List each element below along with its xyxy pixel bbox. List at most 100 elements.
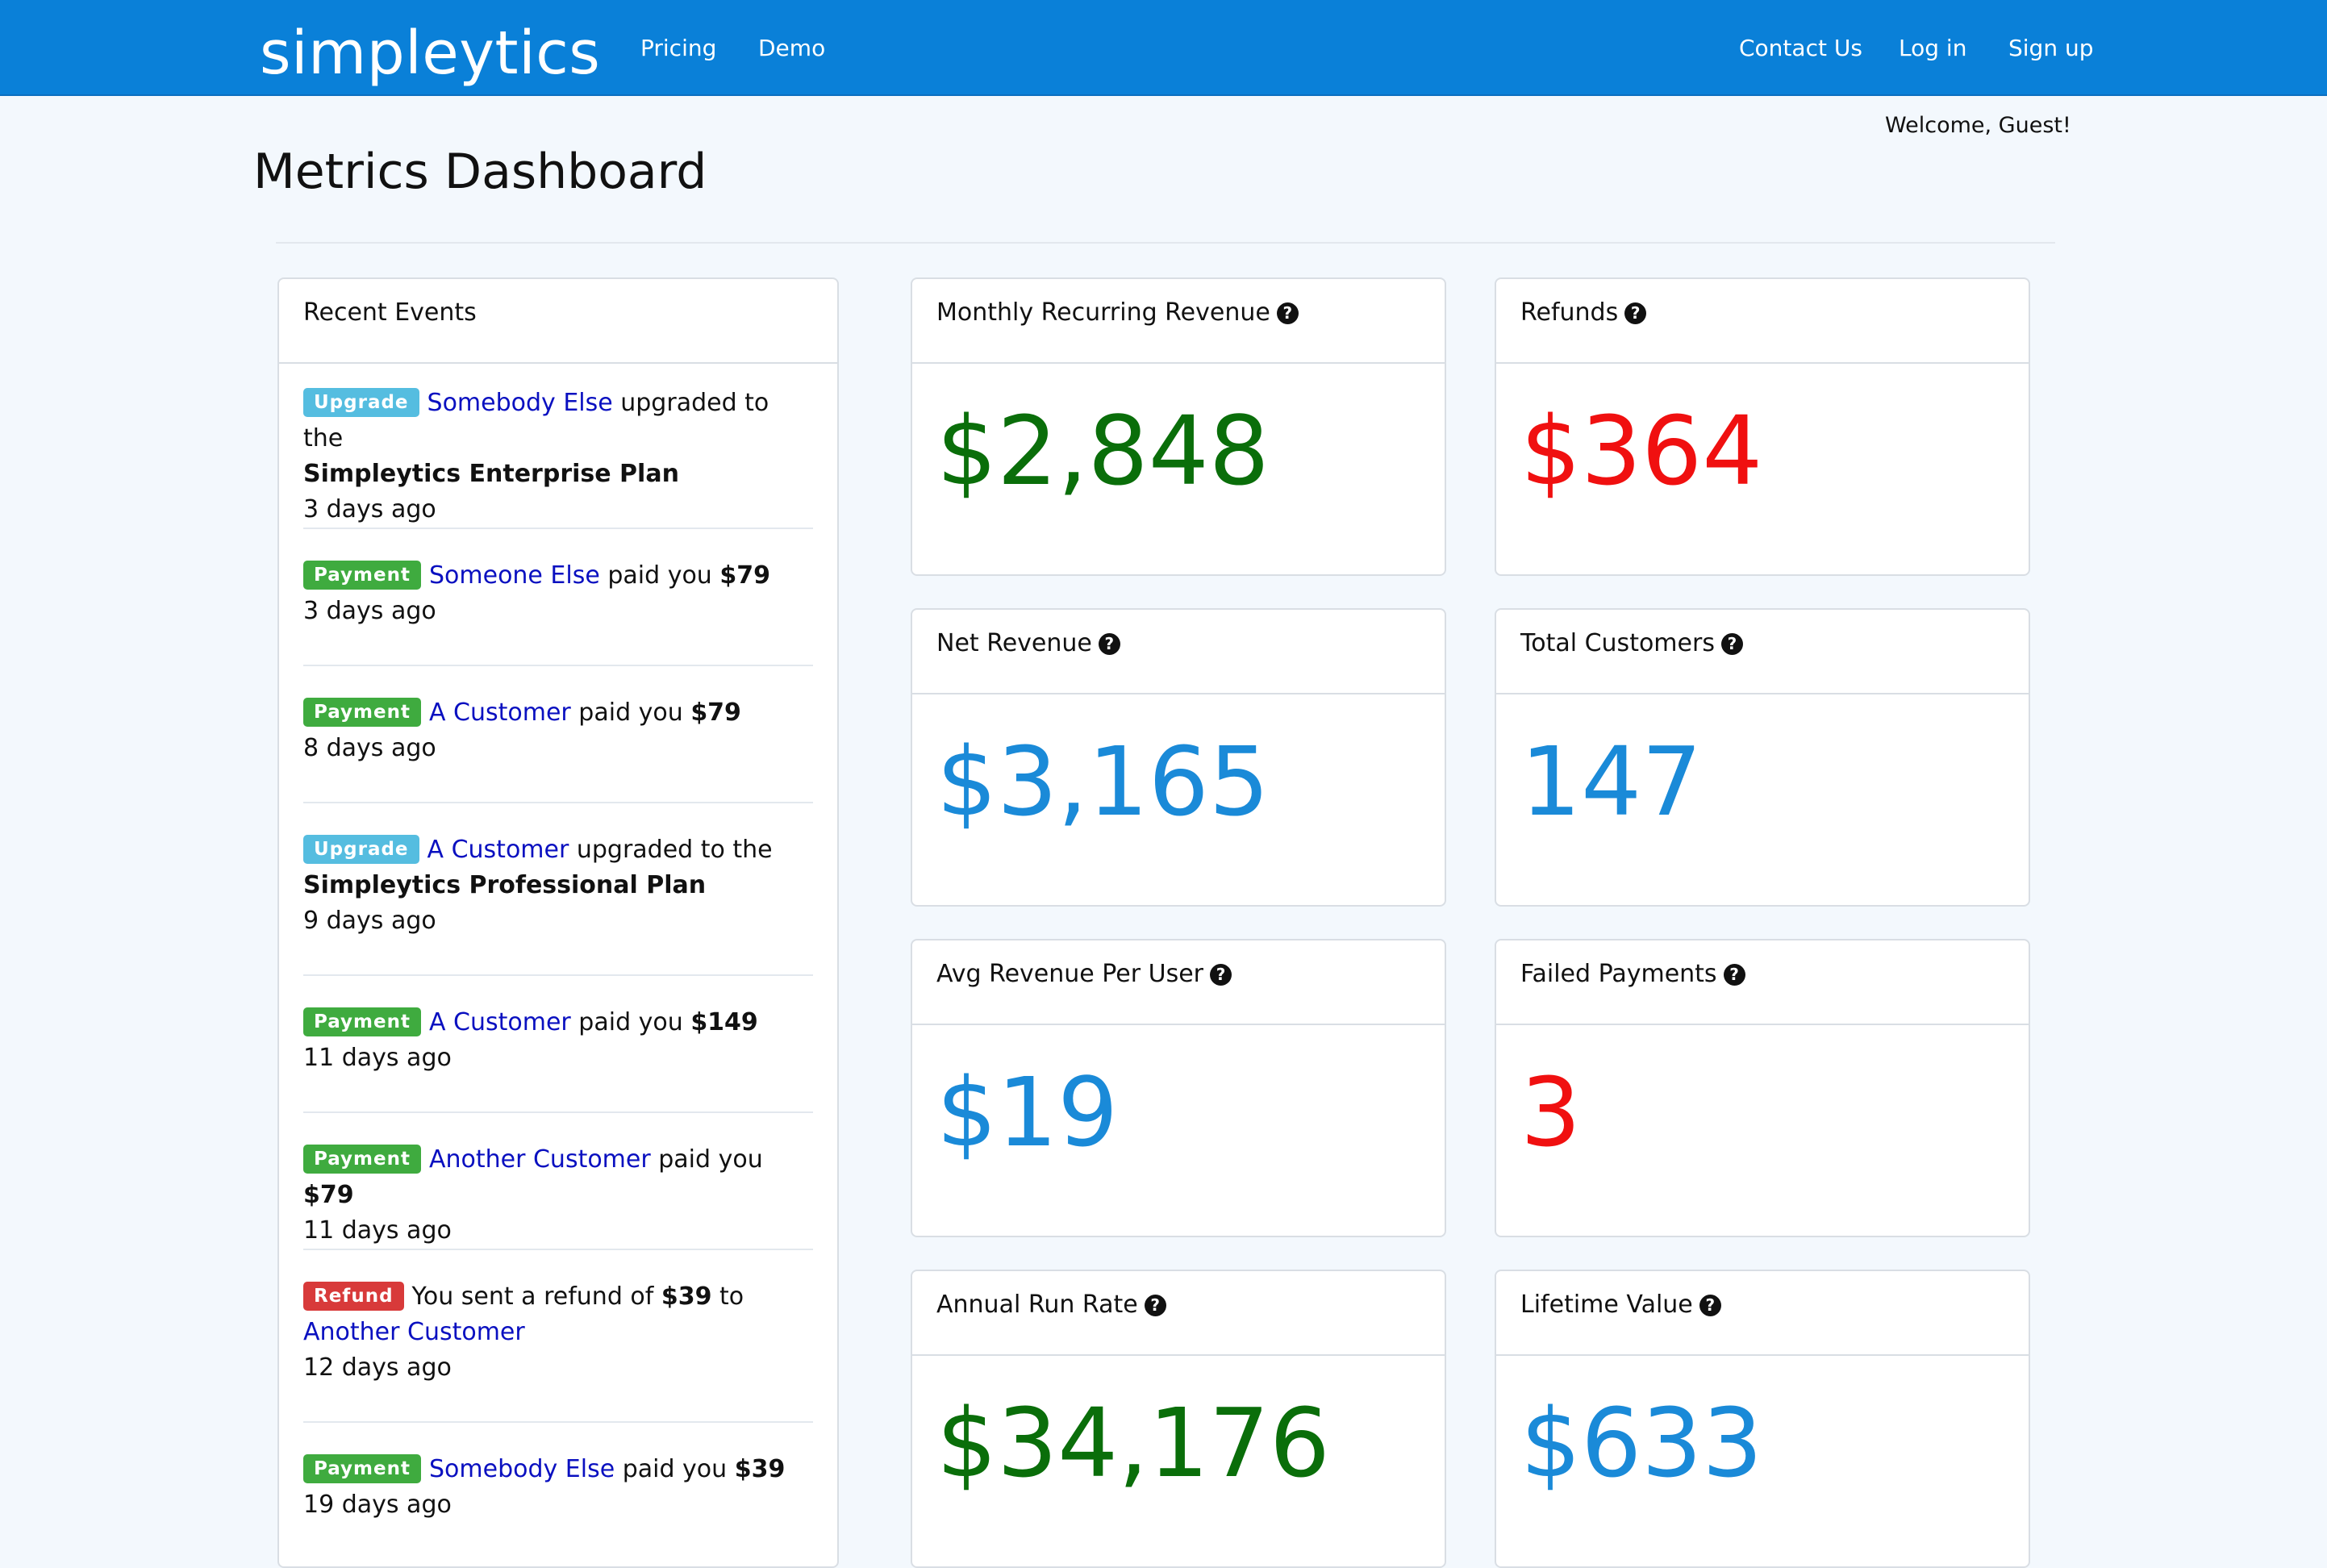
event-text: paid you [599,561,720,590]
welcome-message: Welcome, Guest! [1885,113,2071,138]
title-divider [276,242,2055,244]
metric-card-header: Net Revenue? [912,610,1445,694]
upgrade-badge: Upgrade [303,835,419,864]
recent-events-card: Recent Events Upgrade Somebody Else upgra… [277,277,839,1568]
metric-card-header: Total Customers? [1496,610,2029,694]
event-time: 8 days ago [303,734,436,762]
event-item: Payment Someone Else paid you $79 3 days … [303,558,813,629]
metric-title-text: Failed Payments [1520,960,1717,988]
event-text: paid you [570,1008,691,1036]
customer-link[interactable]: Somebody Else [427,389,613,417]
customer-link[interactable]: A Customer [429,699,571,727]
event-time: 9 days ago [303,907,436,935]
refund-badge: Refund [303,1282,404,1311]
event-divider [303,974,813,976]
upgrade-badge: Upgrade [303,388,419,417]
event-divider [303,1421,813,1423]
event-time: 12 days ago [303,1353,452,1382]
payment-badge: Payment [303,1145,421,1174]
nav-link-contact-us[interactable]: Contact Us [1739,32,1862,65]
metric-card-net-revenue: Net Revenue? $3,165 [911,608,1446,907]
metric-title-text: Avg Revenue Per User [936,960,1204,988]
nav-link-sign-up[interactable]: Sign up [2008,32,2094,65]
question-circle-icon[interactable]: ? [1624,302,1647,324]
page-title: Metrics Dashboard [253,144,707,200]
metric-value: $633 [1520,1387,1763,1499]
event-amount: $79 [719,561,770,590]
nav-link-pricing[interactable]: Pricing [640,32,716,65]
metric-card-arr: Annual Run Rate? $34,176 [911,1270,1446,1568]
metric-card-header: Annual Run Rate? [912,1271,1445,1356]
metric-title: Total Customers? [1520,628,1743,660]
event-divider [303,802,813,803]
question-circle-icon[interactable]: ? [1699,1295,1721,1316]
event-text: upgraded to the [569,836,773,864]
metric-card-header: Failed Payments? [1496,940,2029,1025]
event-text: paid you [615,1455,735,1483]
event-time: 3 days ago [303,495,436,523]
metric-card-refunds: Refunds? $364 [1495,277,2030,576]
metric-card-header: Lifetime Value? [1496,1271,2029,1356]
event-amount: $39 [661,1282,712,1311]
event-time: 11 days ago [303,1044,452,1072]
payment-badge: Payment [303,1007,421,1036]
top-navbar: simpleytics Pricing Demo Contact Us Log … [0,0,2327,96]
event-item: Payment Somebody Else paid you $39 19 day… [303,1452,813,1523]
event-text: paid you [650,1145,763,1174]
metric-value: $19 [936,1057,1119,1168]
event-divider [303,665,813,666]
event-amount: $149 [690,1008,758,1036]
metric-title-text: Net Revenue [936,629,1092,657]
event-item: Payment Another Customer paid you $79 11 … [303,1142,813,1249]
payment-badge: Payment [303,698,421,727]
metric-value: $364 [1520,395,1763,507]
customer-link[interactable]: Another Customer [303,1318,525,1346]
customer-link[interactable]: A Customer [429,1008,571,1036]
event-time: 11 days ago [303,1216,452,1245]
customer-link[interactable]: Somebody Else [429,1455,615,1483]
metric-title: Annual Run Rate? [936,1289,1166,1321]
metric-card-header: Monthly Recurring Revenue? [912,279,1445,364]
event-divider [303,1111,813,1113]
metric-title-text: Monthly Recurring Revenue [936,298,1270,327]
metric-card-ltv: Lifetime Value? $633 [1495,1270,2030,1568]
metric-card-header: Avg Revenue Per User? [912,940,1445,1025]
metric-value: $2,848 [936,395,1270,507]
customer-link[interactable]: Another Customer [429,1145,651,1174]
metric-card-header: Refunds? [1496,279,2029,364]
event-item: Payment A Customer paid you $79 8 days ag… [303,695,813,766]
metric-title-text: Annual Run Rate [936,1291,1138,1319]
question-circle-icon[interactable]: ? [1723,964,1745,986]
event-text: to [711,1282,744,1311]
metric-value: $34,176 [936,1387,1330,1499]
event-item: Refund You sent a refund of $39 to Anothe… [303,1279,813,1386]
brand-logo[interactable]: simpleytics [260,13,600,94]
metric-value: 147 [1520,726,1703,837]
question-circle-icon[interactable]: ? [1098,633,1120,655]
event-time: 19 days ago [303,1491,452,1519]
question-circle-icon[interactable]: ? [1144,1295,1166,1316]
event-divider [303,1249,813,1250]
metric-value: $3,165 [936,726,1270,837]
plan-name: Simpleytics Professional Plan [303,871,707,899]
payment-badge: Payment [303,1454,421,1483]
nav-link-demo[interactable]: Demo [758,32,825,65]
event-amount: $39 [734,1455,786,1483]
event-item: Upgrade Somebody Else upgraded to the Sim… [303,386,813,528]
metric-title: Failed Payments? [1520,958,1745,990]
metric-title: Lifetime Value? [1520,1289,1721,1321]
event-amount: $79 [303,1181,354,1209]
question-circle-icon[interactable]: ? [1720,633,1743,655]
question-circle-icon[interactable]: ? [1210,964,1232,986]
metric-value: 3 [1520,1057,1582,1168]
recent-events-title: Recent Events [303,298,477,327]
metric-title-text: Total Customers [1520,629,1715,657]
customer-link[interactable]: Someone Else [429,561,600,590]
question-circle-icon[interactable]: ? [1276,302,1299,324]
event-divider [303,528,813,529]
metric-title: Monthly Recurring Revenue? [936,297,1299,329]
customer-link[interactable]: A Customer [427,836,569,864]
recent-events-header: Recent Events [279,279,837,364]
event-text: paid you [570,699,691,727]
nav-link-log-in[interactable]: Log in [1899,32,1966,65]
